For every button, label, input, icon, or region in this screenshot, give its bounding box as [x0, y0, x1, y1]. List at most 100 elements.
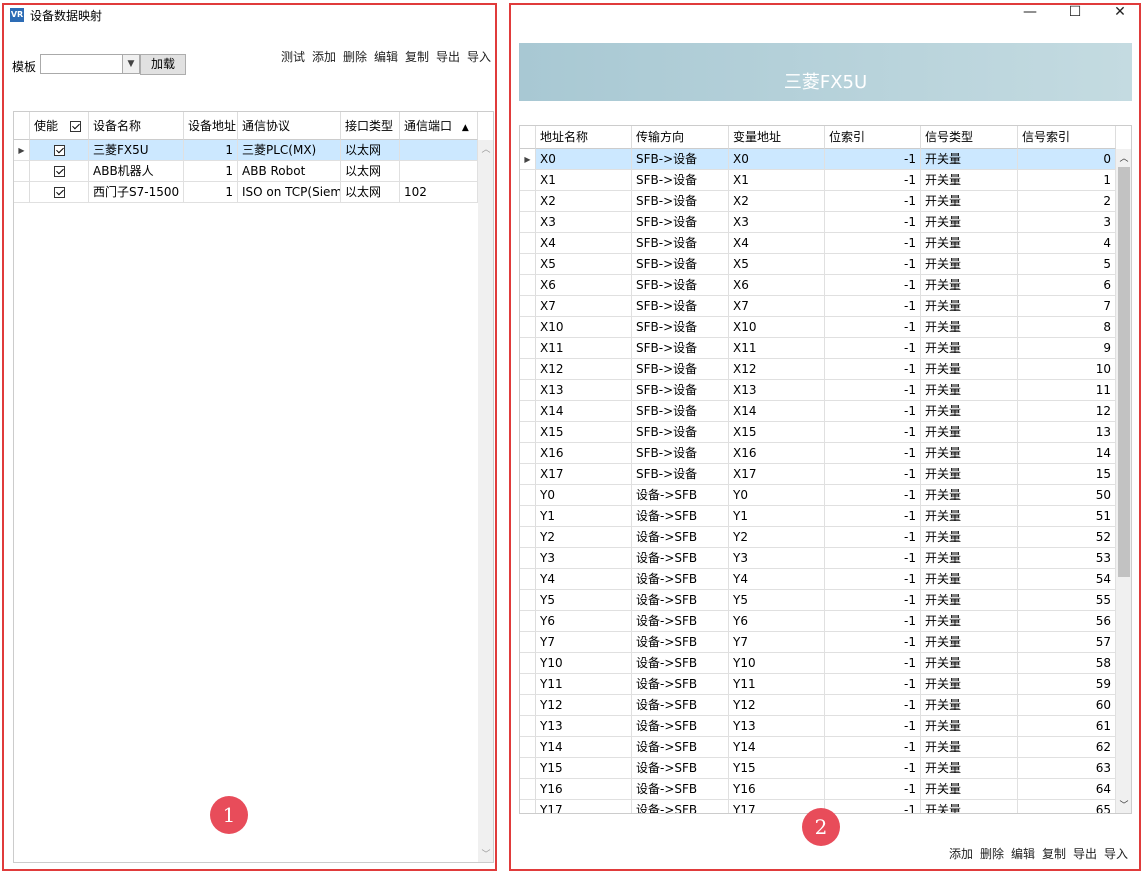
mapping-signal-type-cell[interactable]: 开关量: [921, 380, 1018, 401]
device-name-cell[interactable]: 三菱FX5U: [89, 140, 184, 161]
mapping-direction-cell[interactable]: 设备->SFB: [632, 611, 729, 632]
mapping-variable-address-cell[interactable]: X16: [729, 443, 825, 464]
left-toolbar-item[interactable]: 测试: [281, 48, 305, 65]
chevron-down-icon[interactable]: ▼: [122, 55, 139, 73]
mapping-bit-index-cell[interactable]: -1: [825, 674, 921, 695]
mapping-address-name-cell[interactable]: Y17: [536, 800, 632, 813]
mapping-variable-address-cell[interactable]: X2: [729, 191, 825, 212]
row-header[interactable]: [520, 485, 536, 506]
mapping-signal-type-cell[interactable]: 开关量: [921, 758, 1018, 779]
mapping-signal-type-cell[interactable]: 开关量: [921, 191, 1018, 212]
close-button[interactable]: ✕: [1110, 4, 1130, 20]
mapping-signal-type-cell[interactable]: 开关量: [921, 233, 1018, 254]
row-header[interactable]: [520, 464, 536, 485]
mapping-address-name-cell[interactable]: Y6: [536, 611, 632, 632]
mapping-direction-cell[interactable]: SFB->设备: [632, 170, 729, 191]
mapping-direction-cell[interactable]: SFB->设备: [632, 191, 729, 212]
mapping-variable-address-cell[interactable]: X15: [729, 422, 825, 443]
device-protocol-cell[interactable]: 三菱PLC(MX): [238, 140, 341, 161]
col-header-port[interactable]: 通信端口 ▲: [400, 112, 478, 140]
mapping-address-name-cell[interactable]: X10: [536, 317, 632, 338]
mapping-address-name-cell[interactable]: X12: [536, 359, 632, 380]
mapping-signal-type-cell[interactable]: 开关量: [921, 485, 1018, 506]
mapping-bit-index-cell[interactable]: -1: [825, 569, 921, 590]
mapping-direction-cell[interactable]: SFB->设备: [632, 359, 729, 380]
row-header[interactable]: [520, 296, 536, 317]
mapping-signal-index-cell[interactable]: 54: [1018, 569, 1116, 590]
device-protocol-cell[interactable]: ISO on TCP(Siem: [238, 182, 341, 203]
left-toolbar-item[interactable]: 导入: [467, 48, 491, 65]
row-header[interactable]: [520, 359, 536, 380]
mapping-variable-address-cell[interactable]: X1: [729, 170, 825, 191]
mapping-address-name-cell[interactable]: X0: [536, 149, 632, 170]
left-toolbar-item[interactable]: 删除: [343, 48, 367, 65]
mapping-signal-index-cell[interactable]: 62: [1018, 737, 1116, 758]
mapping-address-name-cell[interactable]: Y0: [536, 485, 632, 506]
mapping-signal-type-cell[interactable]: 开关量: [921, 149, 1018, 170]
device-port-cell[interactable]: 102: [400, 182, 478, 203]
mapping-bit-index-cell[interactable]: -1: [825, 275, 921, 296]
mapping-variable-address-cell[interactable]: Y5: [729, 590, 825, 611]
mapping-variable-address-cell[interactable]: Y10: [729, 653, 825, 674]
col-header-signal-type[interactable]: 信号类型: [921, 126, 1018, 149]
row-header[interactable]: [520, 611, 536, 632]
mapping-signal-type-cell[interactable]: 开关量: [921, 296, 1018, 317]
mapping-bit-index-cell[interactable]: -1: [825, 485, 921, 506]
mapping-signal-index-cell[interactable]: 63: [1018, 758, 1116, 779]
mapping-signal-type-cell[interactable]: 开关量: [921, 254, 1018, 275]
row-header[interactable]: [520, 254, 536, 275]
mapping-bit-index-cell[interactable]: -1: [825, 170, 921, 191]
mapping-bit-index-cell[interactable]: -1: [825, 800, 921, 813]
mapping-address-name-cell[interactable]: Y12: [536, 695, 632, 716]
mapping-bit-index-cell[interactable]: -1: [825, 233, 921, 254]
mapping-variable-address-cell[interactable]: X12: [729, 359, 825, 380]
right-scrollbar[interactable]: ︿ ﹀: [1116, 149, 1131, 813]
left-toolbar-item[interactable]: 添加: [312, 48, 336, 65]
col-header-variable-address[interactable]: 变量地址: [729, 126, 825, 149]
mapping-bit-index-cell[interactable]: -1: [825, 506, 921, 527]
select-all-checkbox[interactable]: [69, 121, 81, 132]
row-header[interactable]: [520, 632, 536, 653]
mapping-address-name-cell[interactable]: Y10: [536, 653, 632, 674]
mapping-signal-index-cell[interactable]: 0: [1018, 149, 1116, 170]
mapping-signal-index-cell[interactable]: 50: [1018, 485, 1116, 506]
mapping-signal-type-cell[interactable]: 开关量: [921, 170, 1018, 191]
mapping-address-name-cell[interactable]: X4: [536, 233, 632, 254]
col-header-bit-index[interactable]: 位索引: [825, 126, 921, 149]
mapping-variable-address-cell[interactable]: X11: [729, 338, 825, 359]
row-header[interactable]: [520, 401, 536, 422]
left-toolbar-item[interactable]: 编辑: [374, 48, 398, 65]
mapping-signal-type-cell[interactable]: 开关量: [921, 401, 1018, 422]
mapping-bit-index-cell[interactable]: -1: [825, 191, 921, 212]
current-row-indicator-icon[interactable]: ▶: [520, 149, 536, 170]
mapping-address-name-cell[interactable]: Y16: [536, 779, 632, 800]
right-toolbar-item[interactable]: 删除: [980, 845, 1004, 862]
mapping-signal-type-cell[interactable]: 开关量: [921, 716, 1018, 737]
minimize-button[interactable]: —: [1020, 4, 1040, 20]
mapping-bit-index-cell[interactable]: -1: [825, 149, 921, 170]
mapping-variable-address-cell[interactable]: Y16: [729, 779, 825, 800]
mapping-address-name-cell[interactable]: X2: [536, 191, 632, 212]
mapping-variable-address-cell[interactable]: Y3: [729, 548, 825, 569]
device-address-cell[interactable]: 1: [184, 140, 238, 161]
mapping-direction-cell[interactable]: SFB->设备: [632, 254, 729, 275]
right-toolbar-item[interactable]: 复制: [1042, 845, 1066, 862]
mapping-direction-cell[interactable]: 设备->SFB: [632, 674, 729, 695]
col-header-device-address[interactable]: 设备地址: [184, 112, 238, 140]
scroll-up-icon[interactable]: ︿: [1116, 151, 1131, 164]
mapping-bit-index-cell[interactable]: -1: [825, 527, 921, 548]
scrollbar-thumb[interactable]: [1118, 167, 1130, 577]
mapping-signal-index-cell[interactable]: 5: [1018, 254, 1116, 275]
mapping-variable-address-cell[interactable]: Y7: [729, 632, 825, 653]
mapping-bit-index-cell[interactable]: -1: [825, 590, 921, 611]
mapping-signal-index-cell[interactable]: 9: [1018, 338, 1116, 359]
row-header[interactable]: [520, 275, 536, 296]
mapping-direction-cell[interactable]: 设备->SFB: [632, 737, 729, 758]
row-header[interactable]: [520, 653, 536, 674]
device-protocol-cell[interactable]: ABB Robot: [238, 161, 341, 182]
mapping-signal-index-cell[interactable]: 8: [1018, 317, 1116, 338]
mapping-signal-type-cell[interactable]: 开关量: [921, 443, 1018, 464]
mapping-variable-address-cell[interactable]: X5: [729, 254, 825, 275]
scroll-down-icon[interactable]: ﹀: [1116, 798, 1131, 811]
device-name-cell[interactable]: ABB机器人: [89, 161, 184, 182]
